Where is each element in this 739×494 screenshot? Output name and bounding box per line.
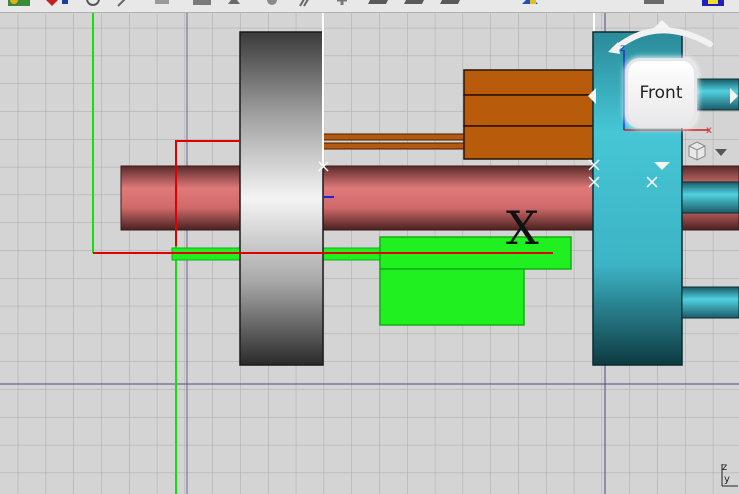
axis-triad-y-label: y — [724, 474, 730, 485]
viewcube-axis-x-label: x — [706, 125, 712, 136]
toolbar-icon-4[interactable] — [117, 0, 128, 7]
viewcube-axis-z-label: z — [620, 43, 626, 54]
toolbar-icon-9[interactable] — [299, 0, 310, 7]
toolbar-icon-5[interactable] — [155, 0, 169, 4]
toolbar-icon-10[interactable] — [337, 0, 347, 5]
orange-block-middle[interactable] — [463, 94, 597, 127]
toolbar-icon-2[interactable] — [44, 0, 68, 6]
toolbar-icon-11[interactable] — [368, 0, 390, 4]
toolbar-icon-6[interactable] — [193, 0, 211, 5]
orange-block-bottom[interactable] — [463, 125, 597, 160]
toolbar-icon-3[interactable] — [86, 0, 100, 6]
home-cube-icon[interactable] — [688, 140, 706, 162]
green-block-lower[interactable] — [379, 268, 525, 326]
viewcube-right-arrow[interactable] — [730, 88, 738, 104]
top-toolbar — [0, 0, 739, 13]
axis-triad: z y — [716, 462, 738, 488]
viewcube-down-arrow[interactable] — [654, 162, 670, 170]
toolbar-icon-16[interactable] — [702, 0, 724, 6]
toolbar-icon-15[interactable] — [644, 0, 664, 4]
orange-rod-upper[interactable] — [321, 133, 468, 141]
viewcube-menu-chevron-down-icon[interactable] — [715, 149, 727, 156]
toolbar-icon-8[interactable] — [267, 0, 277, 5]
axis-triad-z-label: z — [722, 462, 728, 473]
toolbar-icon-7[interactable] — [228, 0, 240, 4]
cyan-shaft-bottom[interactable] — [681, 286, 739, 319]
toolbar-icon-1[interactable] — [8, 0, 30, 6]
center-x-marker: X — [506, 201, 539, 255]
cyan-shaft-middle[interactable] — [681, 181, 739, 214]
toolbar-icon-13[interactable] — [440, 0, 462, 4]
toolbar-icon-12[interactable] — [404, 0, 426, 4]
viewcube-left-arrow[interactable] — [588, 88, 596, 104]
viewcube[interactable]: z x Front — [588, 20, 738, 170]
viewcube-front-face[interactable]: Front — [628, 61, 694, 125]
toolbar-icons — [8, 0, 724, 7]
viewcube-up-arrow[interactable] — [654, 20, 670, 28]
gray-disc[interactable] — [239, 31, 324, 366]
orange-block-top[interactable] — [463, 69, 597, 96]
orange-rod-lower[interactable] — [321, 142, 468, 150]
toolbar-icon-14[interactable] — [522, 0, 538, 4]
